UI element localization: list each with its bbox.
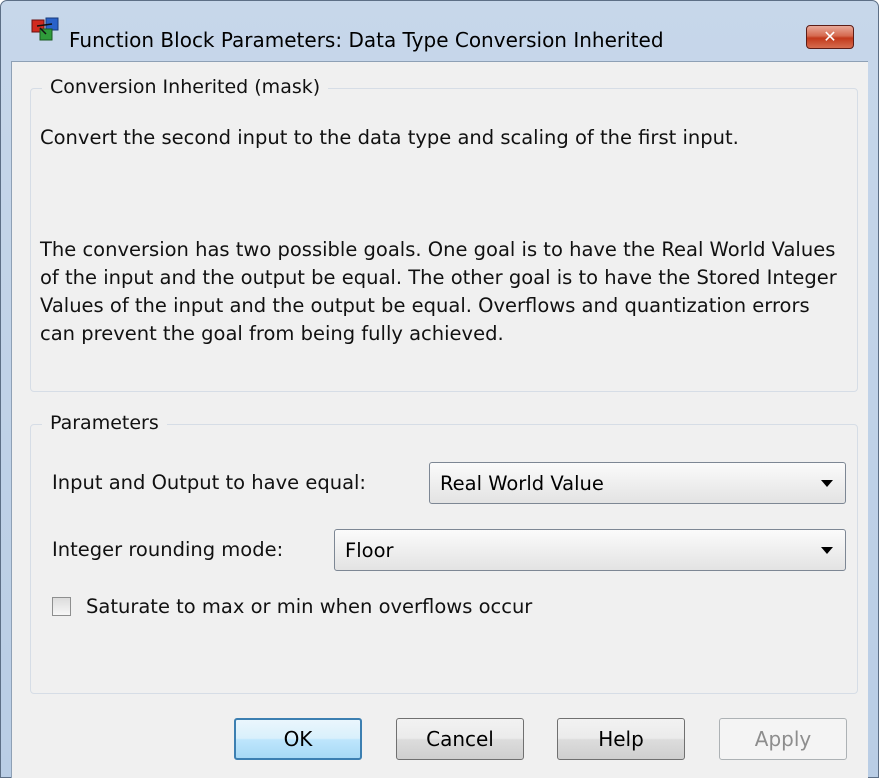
description-paragraph-2: The conversion has two possible goals. O… — [40, 238, 837, 345]
saturate-checkbox[interactable] — [52, 597, 71, 616]
dialog-client-area: Conversion Inherited (mask) Convert the … — [11, 61, 868, 778]
close-button[interactable]: ✕ — [806, 25, 854, 49]
chevron-down-icon — [821, 547, 833, 554]
help-button[interactable]: Help — [557, 718, 685, 760]
rounding-label: Integer rounding mode: — [52, 538, 284, 561]
simulink-block-icon — [31, 17, 59, 41]
title-bar[interactable]: Function Block Parameters: Data Type Con… — [1, 1, 878, 50]
equal-dropdown[interactable]: Real World Value — [429, 462, 846, 504]
apply-button[interactable]: Apply — [719, 718, 847, 760]
ok-button[interactable]: OK — [234, 718, 362, 760]
equal-label: Input and Output to have equal: — [52, 471, 366, 494]
description-paragraph-1: Convert the second input to the data typ… — [40, 126, 739, 149]
equal-dropdown-value: Real World Value — [440, 472, 604, 495]
cancel-button[interactable]: Cancel — [396, 718, 524, 760]
close-icon: ✕ — [823, 27, 837, 46]
saturate-label[interactable]: Saturate to max or min when overflows oc… — [86, 595, 532, 619]
window-title: Function Block Parameters: Data Type Con… — [69, 28, 664, 52]
rounding-dropdown-value: Floor — [345, 539, 394, 562]
parameters-group-label: Parameters — [42, 411, 167, 435]
dialog-window: Function Block Parameters: Data Type Con… — [0, 0, 879, 778]
chevron-down-icon — [821, 480, 833, 487]
description-group-label: Conversion Inherited (mask) — [42, 75, 329, 99]
rounding-dropdown[interactable]: Floor — [334, 529, 846, 571]
